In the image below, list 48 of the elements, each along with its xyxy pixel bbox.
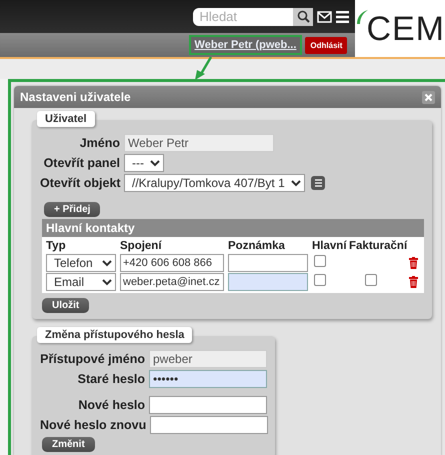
password-form-field[interactable]: pweber — [149, 350, 267, 368]
field-label: Nové heslo znovu — [40, 418, 146, 432]
field-label: Nové heslo — [77, 398, 145, 412]
trash-icon[interactable] — [409, 257, 418, 269]
password-form-field[interactable] — [149, 396, 267, 414]
logo-swoosh-icon — [355, 9, 370, 25]
group-legend: Změna přístupového hesla — [37, 327, 192, 343]
column-header: Spojení — [120, 239, 163, 253]
note-field[interactable] — [228, 273, 308, 291]
main-checkbox[interactable] — [314, 255, 326, 267]
field-label: Jméno — [78, 136, 120, 150]
main-checkbox[interactable] — [314, 274, 326, 286]
column-header: Poznámka — [228, 239, 286, 253]
logout-button[interactable]: Odhlásit — [305, 36, 348, 54]
search-icon — [296, 10, 310, 23]
name-field[interactable]: Weber Petr — [124, 134, 274, 152]
search-field[interactable]: Hledat — [193, 8, 294, 26]
close-button[interactable] — [422, 90, 435, 104]
trash-icon[interactable] — [409, 276, 418, 288]
menu-icon[interactable] — [336, 10, 350, 22]
dropdown[interactable]: //Kralupy/Tomkova 407/Byt 1 — [124, 174, 305, 192]
password-form-field[interactable]: •••••• — [149, 370, 267, 388]
type-dropdown[interactable]: Email — [46, 273, 116, 291]
connection-field[interactable]: +420 606 608 866 — [120, 254, 224, 272]
note-field[interactable] — [228, 254, 308, 272]
billing-checkbox[interactable] — [365, 274, 377, 286]
column-header: Hlavní — [312, 239, 348, 253]
group-legend: Uživatel — [37, 111, 95, 127]
change-button[interactable]: Změnit — [42, 437, 95, 452]
type-dropdown[interactable]: Telefon — [46, 254, 116, 272]
list-icon[interactable] — [311, 176, 325, 190]
field-label: Staré heslo — [76, 372, 145, 386]
column-header: Typ — [46, 239, 67, 253]
table-title: Hlavní kontakty — [42, 219, 424, 237]
logo-text: CEM — [366, 12, 445, 46]
field-label: Otevřít objekt — [40, 176, 120, 190]
save-button[interactable]: Uložit — [42, 298, 90, 313]
connection-field[interactable]: weber.peta@inet.cz — [120, 273, 224, 291]
field-label: Přístupové jméno — [40, 352, 145, 366]
add-button[interactable]: + Přidej — [44, 202, 100, 217]
password-form-field[interactable] — [150, 416, 268, 434]
field-label: Otevřít panel — [42, 156, 120, 170]
user-link[interactable]: Weber Petr (pweb... — [188, 35, 302, 55]
dialog-title: Nastaveni uživatele — [20, 90, 131, 104]
dropdown[interactable]: --- — [124, 154, 164, 172]
search-button[interactable] — [293, 8, 314, 26]
column-header: Fakturační — [349, 239, 407, 253]
mail-icon[interactable] — [317, 10, 332, 22]
